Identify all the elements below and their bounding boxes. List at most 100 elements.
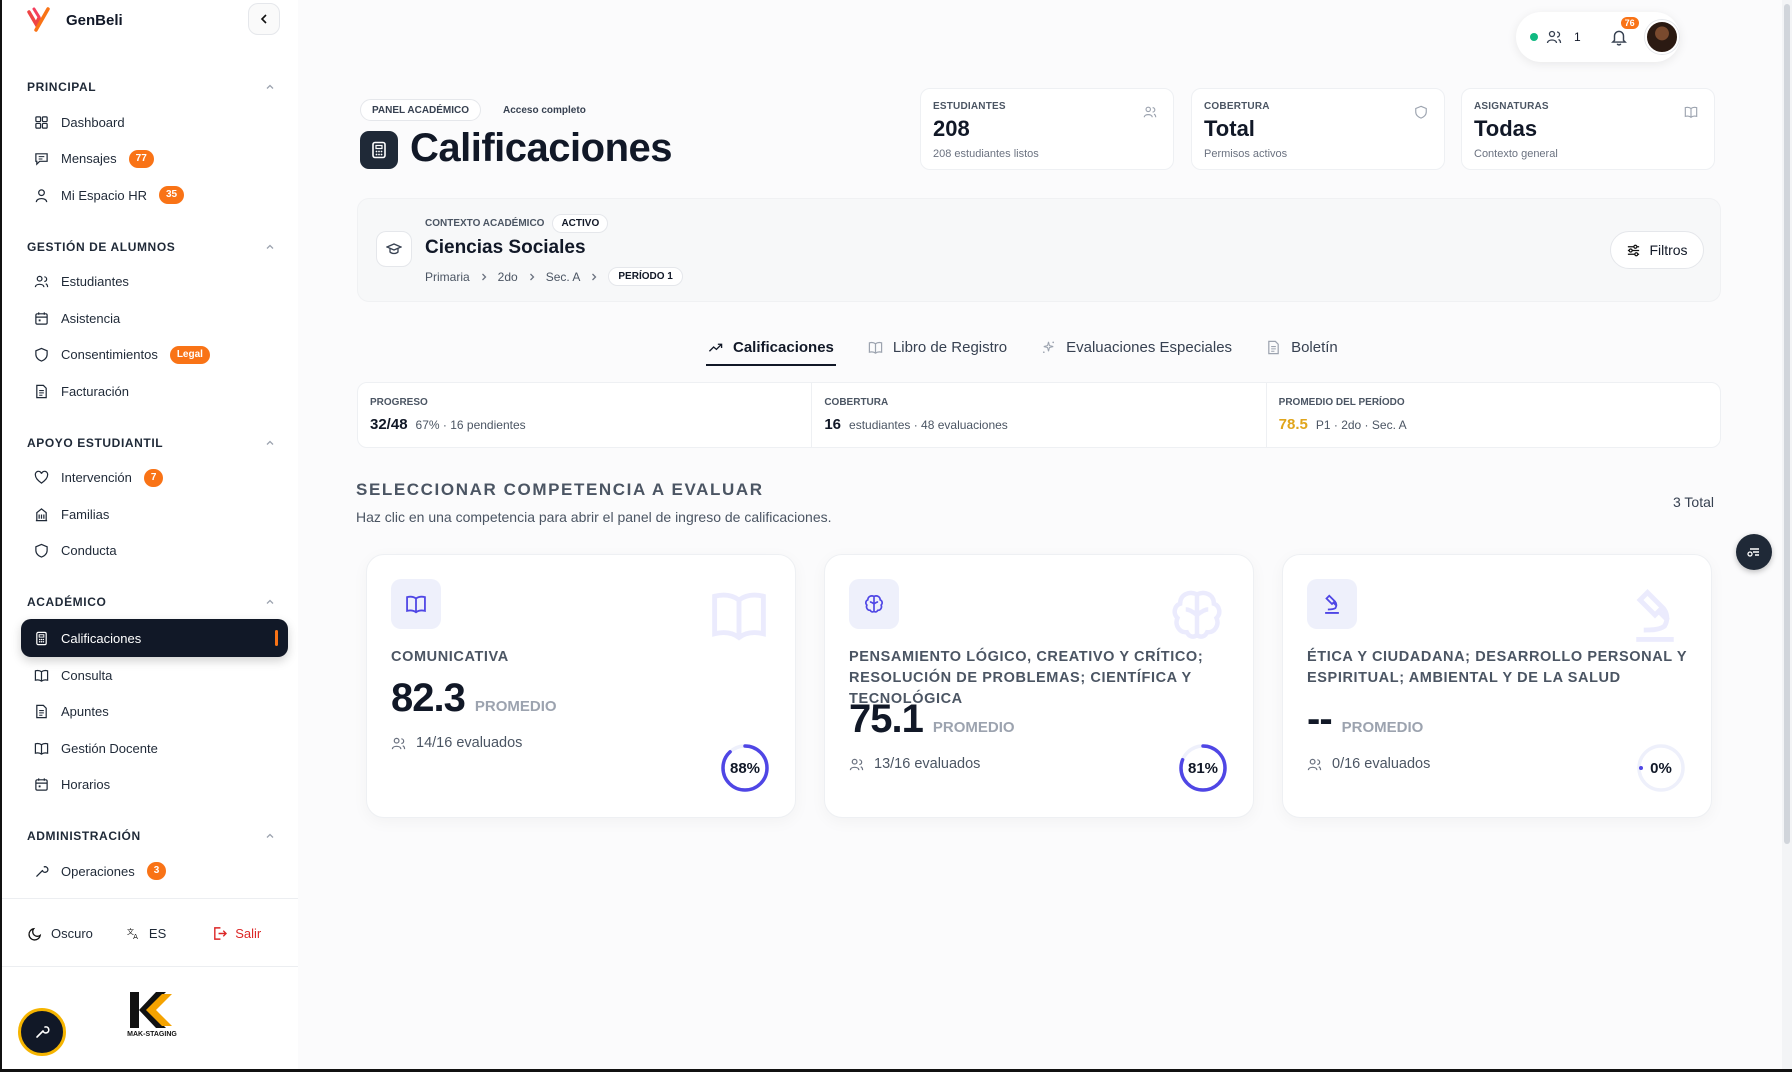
tab-calificaciones[interactable]: Calificaciones [706,330,836,366]
sidebar-footer: Oscuro 文A ES Salir [28,920,278,946]
sidebar-item-badge: 3 [146,862,167,881]
sidebar-nav: PRINCIPAL Dashboard Mensajes 77 Mi Espacio H… [2,70,298,900]
stat-subtitle: Contexto general [1474,148,1558,160]
list-filter-icon [1747,548,1759,557]
tab-label: Boletín [1291,338,1338,356]
competency-card[interactable]: PENSAMIENTO LÓGICO, CREATIVO Y CRÍTICO; … [824,554,1254,818]
average-value: 78.5 [1278,416,1308,433]
page-title: Calificaciones [410,126,673,170]
competency-score: 75.1 PROMEDIO [849,697,1015,742]
sidebar-item-asistencia[interactable]: Asistencia [2,300,298,337]
sidebar-item-label: Horarios [61,777,111,793]
sidebar-item-label: Apuntes [61,704,109,720]
file-icon [36,705,47,719]
scrollbar[interactable] [1782,0,1792,1072]
sidebar-item-label: Conducta [61,543,117,559]
calculator-icon [360,131,398,169]
stat-card-estudiantes: ESTUDIANTES 208 208 estudiantes listos [920,88,1174,170]
competency-watermark [1167,585,1227,650]
sidebar-item-label: Mi Espacio HR [61,187,147,203]
microscope-icon [1636,589,1674,642]
theme-toggle[interactable]: Oscuro [28,926,93,941]
brand[interactable]: GenBeli [26,6,123,34]
sidebar-item-consentimientos[interactable]: Consentimientos Legal [2,337,298,374]
book-icon [1684,106,1698,118]
section-header[interactable]: ADMINISTRACIÓN [2,819,298,853]
shield-icon [35,347,48,362]
users-icon [849,758,864,770]
section-header[interactable]: GESTIÓN DE ALUMNOS [2,230,298,264]
tab-libro-de-registro[interactable]: Libro de Registro [866,330,1009,364]
filters-button[interactable]: Filtros [1610,231,1704,269]
chevron-up-icon [266,244,274,249]
breadcrumb-item[interactable]: 2do [498,270,518,284]
language-toggle[interactable]: 文A ES [127,926,166,941]
competency-score: -- PROMEDIO [1307,697,1423,742]
logout-button[interactable]: Salir [212,926,261,941]
heart-icon [34,470,49,485]
sidebar-item-facturacion[interactable]: Facturación [2,373,298,410]
breadcrumb-item[interactable]: Sec. A [546,270,581,284]
section-header[interactable]: PRINCIPAL [2,70,298,104]
competency-score: 82.3 PROMEDIO [391,676,557,721]
dev-tools-button[interactable] [18,1008,66,1056]
competency-evaluated-label: 14/16 evaluados [416,735,523,751]
sidebar: GenBeli PRINCIPAL Dashboard Mensajes 77 Mi E… [2,0,298,1069]
progress-value: 32/48 [370,416,408,433]
user-avatar[interactable] [1644,20,1679,54]
sidebar-item-label: Consentimientos [61,347,158,363]
academic-context-card: CONTEXTO ACADÉMICO ACTIVO Ciencias Socia… [357,198,1721,302]
sidebar-section: PRINCIPAL Dashboard Mensajes 77 Mi Espacio H… [2,70,298,214]
competency-average: 75.1 [849,697,924,741]
competency-name: COMUNICATIVA [391,649,509,665]
competency-evaluated: 14/16 evaluados [391,735,522,751]
tab-boletin[interactable]: Boletín [1264,330,1340,364]
competency-average: 82.3 [391,676,466,720]
progress-detail: 67% · 16 pendientes [415,418,526,432]
competency-card[interactable]: COMUNICATIVA 82.3 PROMEDIO 14/16 evaluados 8… [366,554,796,818]
sidebar-item-dashboard[interactable]: Dashboard [2,104,298,141]
notifications-button[interactable]: 76 [1607,15,1641,49]
sidebar-item-conducta[interactable]: Conducta [2,533,298,570]
sidebar-item-familias[interactable]: Familias [2,496,298,533]
quick-actions-button[interactable] [1736,534,1772,570]
sidebar-item-label: Asistencia [61,310,121,326]
completion-percent: 81% [1187,759,1219,777]
sidebar-item-operaciones[interactable]: Operaciones 3 [2,853,298,890]
message-icon [35,153,48,166]
period-chip[interactable]: PERÍODO 1 [608,267,683,286]
breadcrumb: Primaria 2do Sec. A PERÍODO 1 [425,267,683,286]
completion-percent: 88% [729,759,761,777]
sidebar-item-estudiantes[interactable]: Estudiantes [2,264,298,301]
collapse-sidebar-button[interactable] [248,3,280,35]
sidebar-item-intervencion[interactable]: Intervención 7 [2,460,298,497]
section-header[interactable]: ACADÉMICO [2,585,298,619]
sidebar-item-calificaciones[interactable]: Calificaciones [21,619,288,657]
sidebar-item-gestion-docente[interactable]: Gestión Docente [2,730,298,767]
tab-evaluaciones-especiales[interactable]: Evaluaciones Especiales [1039,330,1234,364]
sidebar-item-horarios[interactable]: Horarios [2,767,298,804]
chevron-up-icon [266,599,274,604]
sidebar-item-apuntes[interactable]: Apuntes [2,694,298,731]
users-icon [391,737,406,749]
sidebar-item-mi-espacio-hr[interactable]: Mi Espacio HR 35 [2,177,298,214]
status-pill: 1 76 [1516,12,1680,62]
coverage-detail: estudiantes · 48 evaluaciones [849,418,1008,432]
sidebar-item-label: Calificaciones [61,630,142,646]
competency-card[interactable]: ÉTICA Y CIUDADANA; DESARROLLO PERSONAL Y… [1282,554,1712,818]
scrollbar-thumb[interactable] [1784,4,1790,844]
section-header[interactable]: APOYO ESTUDIANTIL [2,426,298,460]
progress-cell: PROGRESO 32/48 67% · 16 pendientes [358,383,813,447]
shield-icon [35,543,48,558]
sidebar-item-mensajes[interactable]: Mensajes 77 [2,141,298,178]
sidebar-section: APOYO ESTUDIANTIL Intervención 7 Familias Co… [2,426,298,570]
app-name: GenBeli [66,11,123,29]
chevron-right-icon [592,273,597,280]
genbeli-logo-icon [27,7,50,32]
sidebar-item-consulta[interactable]: Consulta [2,657,298,694]
book-icon [712,592,766,641]
competency-icon-badge [391,579,441,629]
notifications-badge: 76 [1618,15,1641,31]
breadcrumb-item[interactable]: Primaria [425,270,470,284]
section-title: SELECCIONAR COMPETENCIA A EVALUAR [356,480,764,499]
